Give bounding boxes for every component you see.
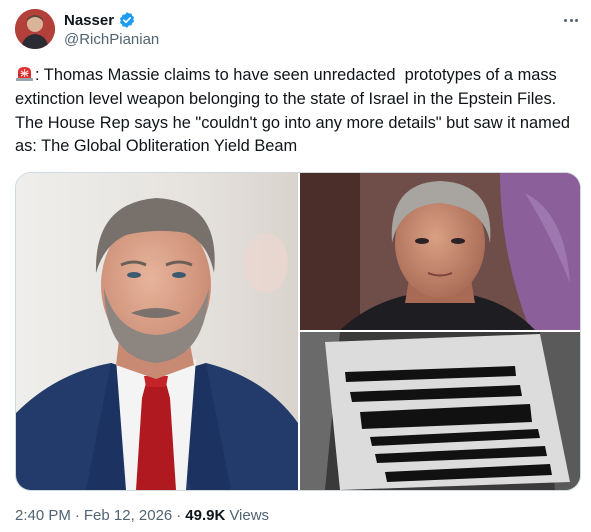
author-handle[interactable]: @RichPianian (64, 31, 159, 48)
views-label: Views (229, 507, 270, 524)
tweet-text: : Thomas Massie claims to have seen unre… (15, 64, 580, 159)
tweet-text-content: : Thomas Massie claims to have seen unre… (15, 66, 575, 156)
media-image-3[interactable] (300, 332, 580, 490)
author-display-name[interactable]: Nasser (64, 12, 114, 29)
more-horizontal-icon[interactable] (560, 10, 582, 30)
meta-separator: · (74, 507, 80, 524)
meta-separator: · (176, 507, 182, 524)
avatar[interactable] (15, 9, 55, 49)
tweet-time[interactable]: 2:40 PM (15, 507, 71, 524)
tweet: Nasser @RichPianian : Thomas Massie clai… (0, 0, 591, 532)
siren-icon (15, 65, 34, 82)
media-image-2[interactable] (300, 173, 580, 330)
media-grid (15, 172, 581, 491)
author-name-row: Nasser (64, 10, 136, 30)
tweet-date[interactable]: Feb 12, 2026 (84, 507, 172, 524)
verified-badge-icon (118, 11, 136, 29)
media-image-1[interactable] (16, 173, 298, 490)
tweet-meta: 2:40 PM · Feb 12, 2026 · 49.9K Views (15, 507, 269, 524)
views-count: 49.9K (185, 507, 226, 524)
